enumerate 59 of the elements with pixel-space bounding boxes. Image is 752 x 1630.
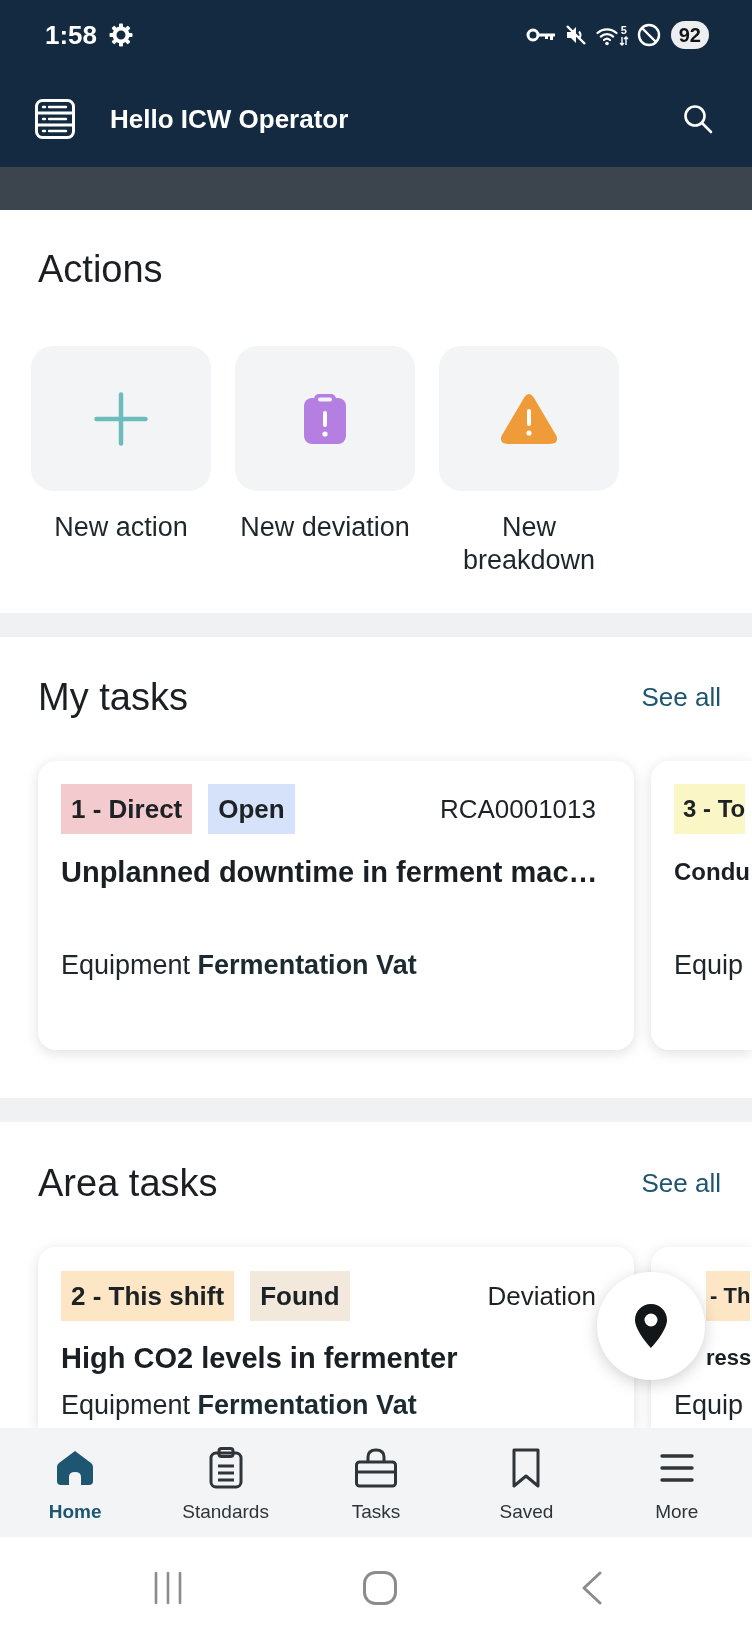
task-tag: 1 - Direct	[61, 784, 193, 834]
nav-tab[interactable]: Standards	[182, 1428, 269, 1537]
search-icon[interactable]	[683, 103, 713, 134]
plus-icon	[94, 391, 148, 446]
back-icon[interactable]	[582, 1571, 602, 1605]
task-tag: 2 - This shift	[61, 1271, 235, 1321]
app-title: Hello ICW Operator	[110, 102, 349, 136]
task-title: ress	[706, 1344, 752, 1372]
map-pin-icon	[635, 1304, 667, 1348]
task-tag: 3 - To	[674, 784, 746, 834]
action-tile[interactable]	[235, 346, 415, 491]
see-all-link[interactable]: See all	[641, 681, 721, 713]
briefcase-icon	[355, 1448, 397, 1488]
task-title: High CO2 levels in fermenter	[61, 1341, 458, 1376]
action-label: New action	[54, 511, 188, 544]
data-arrows-icon	[618, 35, 629, 46]
equipment-line: Equipment Fermentation Vat	[61, 949, 417, 981]
equipment-line: Equipment Fermentation Vat	[61, 1389, 417, 1421]
bookmark-icon	[512, 1448, 541, 1488]
nav-tab[interactable]: More	[655, 1428, 699, 1537]
nav-tab[interactable]: Home	[48, 1428, 102, 1537]
recent-apps-icon[interactable]	[153, 1571, 183, 1605]
system-home-icon[interactable]	[363, 1571, 397, 1605]
task-meta: RCA0001013	[439, 793, 597, 825]
task-meta: Deviation	[487, 1280, 597, 1312]
clipboard-icon	[208, 1447, 243, 1489]
home-icon	[56, 1450, 95, 1486]
task-tag: Open	[208, 784, 295, 834]
task-tag: - Th	[706, 1271, 751, 1321]
wifi-icon	[595, 25, 618, 46]
menu-icon	[659, 1454, 694, 1482]
nav-tab[interactable]: Saved	[499, 1428, 554, 1537]
task-card[interactable]: 2 - This shift Found Deviation High CO2 levels in fermenter Equipment Fermentation Vat	[38, 1247, 634, 1428]
action-tile[interactable]	[31, 346, 211, 491]
nav-tab[interactable]: Tasks	[351, 1428, 401, 1537]
action-tile[interactable]	[439, 346, 619, 491]
settings-icon	[109, 23, 134, 47]
battery-indicator: 92	[670, 21, 709, 49]
task-title: Unplanned downtime in ferment mac…	[61, 855, 598, 890]
server-rack-icon[interactable]	[35, 98, 75, 139]
task-tag: Found	[250, 1271, 350, 1321]
status-time: 1:58	[45, 20, 98, 50]
section-title: Area tasks	[38, 1161, 218, 1206]
warning-triangle-icon	[500, 393, 558, 444]
key-icon	[525, 27, 556, 43]
clipboard-alert-icon	[304, 393, 346, 444]
do-not-disturb-icon	[636, 23, 661, 47]
action-label: New deviation	[240, 511, 410, 544]
action-label: New breakdown	[461, 511, 597, 577]
mute-icon	[563, 23, 588, 47]
task-title: Condu	[674, 857, 750, 887]
task-card[interactable]: 1 - Direct Open RCA0001013 Unplanned downtime in ferment mac… Equipment Fermentation Vat	[38, 761, 634, 1050]
task-card[interactable]: 3 - To Condu Equip	[651, 761, 752, 1050]
equipment-line: Equip	[674, 949, 744, 981]
section-title: My tasks	[38, 675, 188, 720]
wifi-standard-label: 5	[620, 24, 627, 36]
section-title: Actions	[38, 247, 163, 292]
equipment-line: Equip	[674, 1389, 744, 1421]
see-all-link[interactable]: See all	[641, 1167, 721, 1199]
